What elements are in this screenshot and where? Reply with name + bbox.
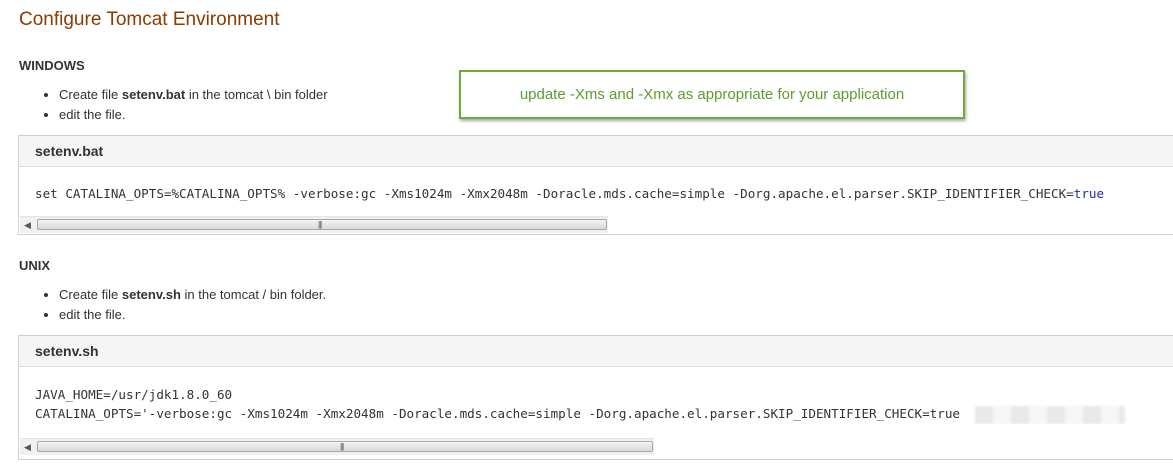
left-arrow-icon[interactable]: ◀ xyxy=(20,439,35,455)
page-title: Configure Tomcat Environment xyxy=(19,9,280,30)
grip-icon: ||| xyxy=(340,442,344,451)
list-item: edit the file. xyxy=(59,305,326,325)
unix-heading: UNIX xyxy=(19,258,51,273)
code-line: set CATALINA_OPTS=%CATALINA_OPTS% -verbo… xyxy=(35,186,1074,201)
code-line: JAVA_HOME=/usr/jdk1.8.0_60 xyxy=(35,387,233,402)
redacted-region xyxy=(975,405,1126,424)
file-name: setenv.bat xyxy=(121,87,186,102)
horizontal-scrollbar[interactable]: ◀ ||| xyxy=(20,438,654,455)
code-block: set CATALINA_OPTS=%CATALINA_OPTS% -verbo… xyxy=(19,167,1173,201)
code-keyword: true xyxy=(1073,186,1105,201)
windows-heading: WINDOWS xyxy=(19,58,85,73)
code-block: JAVA_HOME=/usr/jdk1.8.0_60 CATALINA_OPTS… xyxy=(19,367,1173,424)
horizontal-scrollbar[interactable]: ◀ ||| xyxy=(20,216,608,233)
page: Configure Tomcat Environment WINDOWS Cre… xyxy=(0,0,1173,470)
list-item: edit the file. xyxy=(59,105,328,125)
code-panel-setenv-bat: setenv.bat set CATALINA_OPTS=%CATALINA_O… xyxy=(18,135,1173,235)
code-panel-setenv-sh: setenv.sh JAVA_HOME=/usr/jdk1.8.0_60 CAT… xyxy=(18,335,1173,460)
scrollbar-thumb[interactable]: ||| xyxy=(37,441,653,452)
callout-note: update -Xms and -Xmx as appropriate for … xyxy=(459,70,965,119)
file-name: setenv.sh xyxy=(121,287,181,302)
code-panel-title: setenv.bat xyxy=(19,136,1173,167)
step-text: Create file xyxy=(59,87,122,102)
step-text: in the tomcat / bin folder. xyxy=(180,287,327,302)
code-panel-title: setenv.sh xyxy=(19,336,1173,367)
step-text: Create file xyxy=(59,287,122,302)
left-arrow-icon[interactable]: ◀ xyxy=(20,217,35,233)
windows-steps-list: Create file setenv.bat in the tomcat \ b… xyxy=(41,85,328,125)
grip-icon: ||| xyxy=(318,220,322,229)
list-item: Create file setenv.sh in the tomcat / bi… xyxy=(59,285,326,305)
step-text: in the tomcat \ bin folder xyxy=(185,87,328,102)
scrollbar-thumb[interactable]: ||| xyxy=(37,219,607,230)
code-line: CATALINA_OPTS='-verbose:gc -Xms1024m -Xm… xyxy=(35,406,961,421)
list-item: Create file setenv.bat in the tomcat \ b… xyxy=(59,85,328,105)
unix-steps-list: Create file setenv.sh in the tomcat / bi… xyxy=(41,285,326,325)
callout-text: update -Xms and -Xmx as appropriate for … xyxy=(519,86,905,103)
